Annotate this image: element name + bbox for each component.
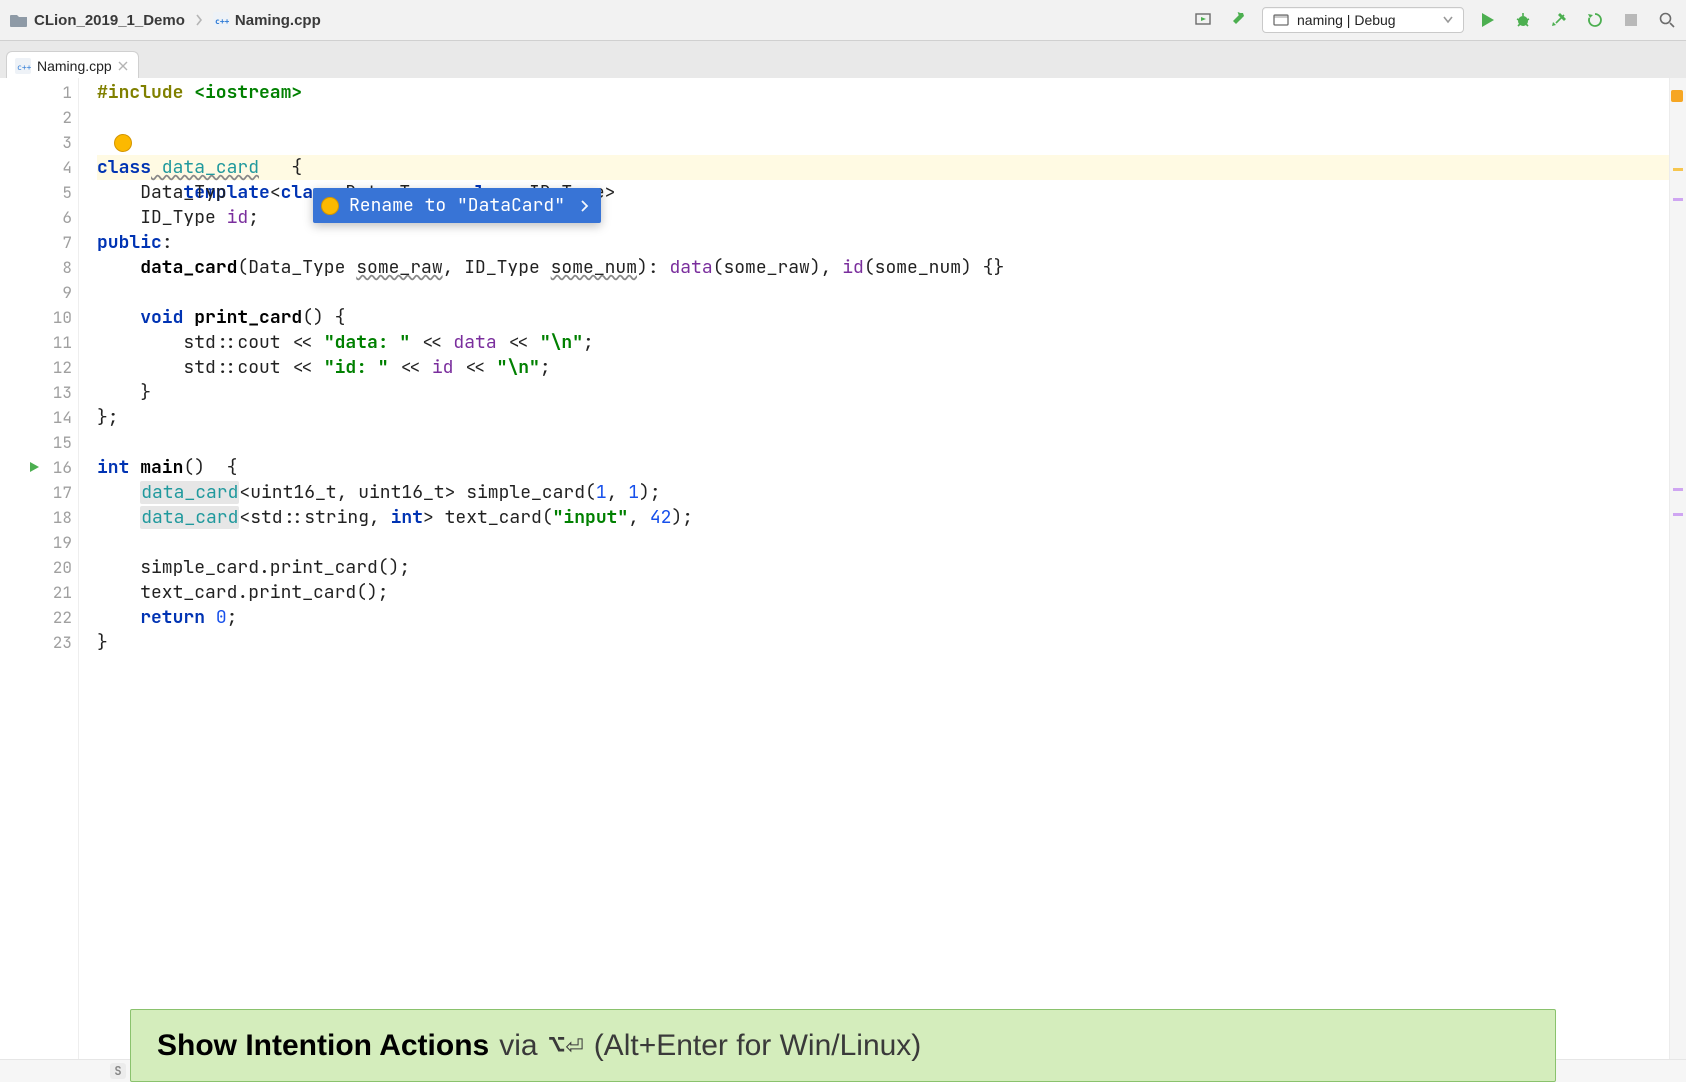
line-number: 23 [0,630,72,655]
intention-popup-text: Rename to "DataCard" [349,194,565,217]
run-target-icon[interactable] [1190,7,1216,33]
line-number: 19 [0,530,72,555]
line-number: 12 [0,355,72,380]
svg-text:c++: c++ [17,63,31,72]
inspection-mark[interactable] [1673,513,1683,516]
line-number: 11 [0,330,72,355]
run-gutter-icon[interactable] [28,461,40,473]
gutter: 1234567891011121314151617181920212223 [0,78,79,1082]
inspection-mark[interactable] [1673,168,1683,171]
search-icon[interactable] [1654,7,1680,33]
toolbar-actions: naming | Debug [1190,7,1680,33]
attach-button[interactable] [1546,7,1572,33]
inspection-summary-icon[interactable] [1671,90,1683,102]
line-number: 21 [0,580,72,605]
status-badge: S [110,1063,126,1079]
breadcrumb-project[interactable]: CLion_2019_1_Demo [6,10,189,31]
line-number: 15 [0,430,72,455]
breadcrumb-sep-icon [195,14,203,26]
hint-via: via [499,1029,537,1063]
line-number: 5 [0,180,72,205]
chevron-down-icon [1443,16,1453,24]
debug-button[interactable] [1510,7,1536,33]
line-number: 8 [0,255,72,280]
hint-keysymbol: ⌥⏎ [548,1028,584,1063]
line-number: 4 [0,155,72,180]
line-number: 6 [0,205,72,230]
intention-bulb-icon[interactable] [114,134,132,152]
line-number: 16 [0,455,72,480]
svg-text:c++: c++ [215,17,229,26]
run-config-select[interactable]: naming | Debug [1262,7,1464,33]
lightbulb-icon [321,197,339,215]
breadcrumb-file[interactable]: c++ Naming.cpp [209,10,325,31]
run-button[interactable] [1474,7,1500,33]
breadcrumb: CLion_2019_1_Demo c++ Naming.cpp [6,10,1184,31]
top-toolbar: CLion_2019_1_Demo c++ Naming.cpp naming … [0,0,1686,41]
line-number: 14 [0,405,72,430]
line-number: 2 [0,105,72,130]
line-number: 7 [0,230,72,255]
line-number: 9 [0,280,72,305]
intention-popup[interactable]: Rename to "DataCard" [313,188,601,223]
chevron-right-icon [581,200,589,212]
hint-banner: Show Intention Actions via ⌥⏎ (Alt+Enter… [130,1009,1556,1082]
highlighted-line: class data_card { [97,155,1686,180]
line-number: 20 [0,555,72,580]
app-icon [1273,12,1289,28]
close-icon[interactable] [118,61,128,71]
line-number: 3 [0,130,72,155]
line-number: 17 [0,480,72,505]
run-config-label: naming | Debug [1297,12,1396,28]
line-number: 1 [0,80,72,105]
hint-alt: (Alt+Enter for Win/Linux) [594,1029,922,1063]
hint-title: Show Intention Actions [157,1029,489,1063]
line-number: 10 [0,305,72,330]
breadcrumb-file-label: Naming.cpp [235,12,321,29]
cpp-file-icon: c++ [15,58,31,74]
tab-naming-cpp[interactable]: c++ Naming.cpp [6,51,139,80]
tab-label: Naming.cpp [37,58,112,74]
rerun-button[interactable] [1582,7,1608,33]
code-area[interactable]: #include <iostream> template<class Data_… [79,78,1686,1082]
line-number: 18 [0,505,72,530]
inspection-mark[interactable] [1673,488,1683,491]
inspection-mark[interactable] [1673,198,1683,201]
editor: 1234567891011121314151617181920212223 #i… [0,78,1686,1082]
line-number: 22 [0,605,72,630]
folder-icon [10,13,28,27]
breadcrumb-project-label: CLion_2019_1_Demo [34,12,185,29]
inspection-stripe[interactable] [1669,78,1686,1082]
cpp-file-icon: c++ [213,12,229,28]
editor-tabs: c++ Naming.cpp [0,41,1686,80]
stop-button[interactable] [1618,7,1644,33]
build-icon[interactable] [1226,7,1252,33]
line-number: 13 [0,380,72,405]
